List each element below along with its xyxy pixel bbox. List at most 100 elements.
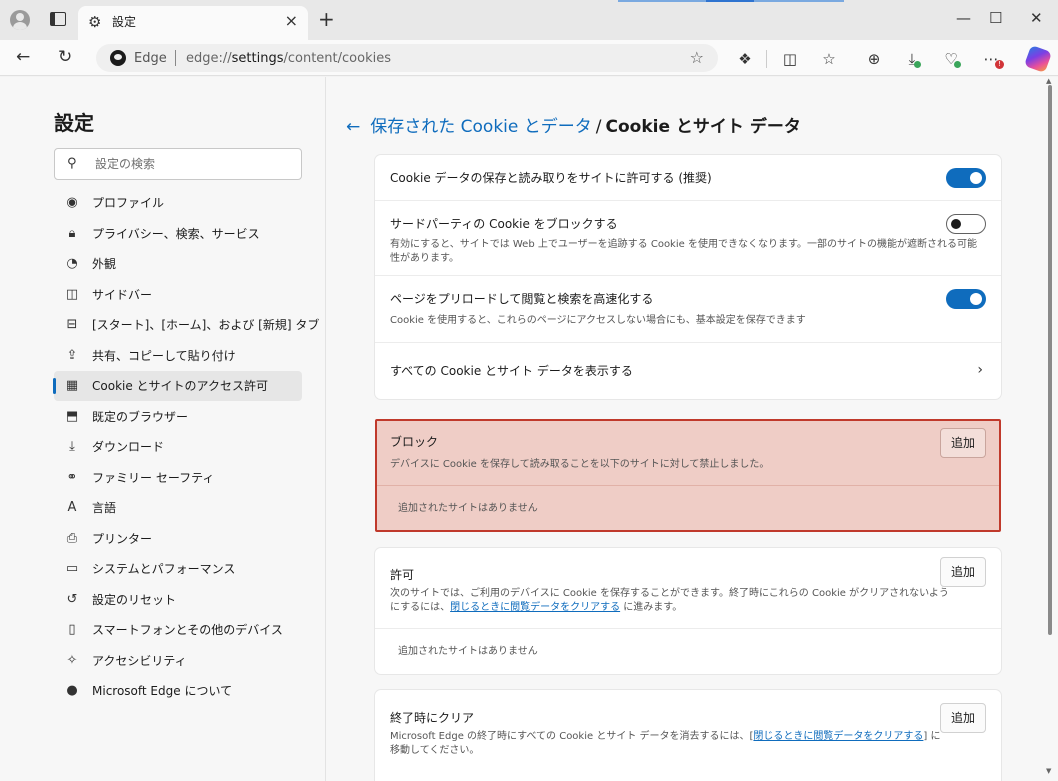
scroll-down-arrow[interactable]: ▼ xyxy=(1046,767,1051,775)
block-third-party-toggle[interactable] xyxy=(946,214,986,234)
titlebar-highlight-active xyxy=(706,0,754,2)
language-icon: A xyxy=(67,500,77,515)
sidebar-item-label: Microsoft Edge について xyxy=(92,684,233,698)
close-window-button[interactable]: ✕ xyxy=(1030,8,1043,28)
lock-icon: 🔒︎ xyxy=(68,225,76,241)
cookie-permissions-icon: ▦ xyxy=(65,378,79,393)
edge-logo-icon: ● xyxy=(66,683,78,698)
sidebar-item[interactable]: ▭ システムとパフォーマンス xyxy=(54,554,302,584)
sidebar-item[interactable]: ◫ サイドバー xyxy=(54,280,302,310)
settings-sidebar: 設定 ⚲ 設定の検索 ◉ プロファイル 🔒︎ プライバシー、検索、サービス ◔ 外観 ◫ サイ… xyxy=(0,77,326,781)
allow-cookies-title: Cookie データの保存と読み取りをサイトに許可する (推奨) xyxy=(390,171,712,185)
minimize-button[interactable]: — xyxy=(956,8,971,28)
sidebar-item[interactable]: A 言語 xyxy=(54,493,302,523)
preload-desc: Cookie を使用すると、これらのページにアクセスしない場合にも、基本設定を保… xyxy=(390,315,806,326)
maximize-button[interactable]: ☐ xyxy=(989,8,1002,28)
block-empty-text: 追加されたサイトはありません xyxy=(398,503,538,514)
sidebar-item[interactable]: ◉ プロファイル xyxy=(54,188,302,218)
sidebar-icon: ◫ xyxy=(65,286,79,302)
allow-cookies-toggle[interactable] xyxy=(946,168,986,188)
titlebar-highlight xyxy=(754,0,844,2)
profile-icon: ◉ xyxy=(66,195,78,210)
accessibility-icon: ✧ xyxy=(66,652,78,668)
block-empty-row: 追加されたサイトはありません xyxy=(377,485,999,532)
sidebar-item-label: スマートフォンとその他のデバイス xyxy=(92,623,283,637)
tab-close-button[interactable]: × xyxy=(285,12,298,30)
browser-toolbar: ← ↻ Edge edge://settings/content/cookies… xyxy=(0,40,1058,76)
sidebar-item[interactable]: ⤓ ダウンロード xyxy=(54,432,302,462)
sidebar-item[interactable]: ◔ 外観 xyxy=(54,249,302,279)
extensions-icon[interactable]: ❖ xyxy=(734,50,756,68)
preload-toggle[interactable] xyxy=(946,289,986,309)
phone-icon: ▯ xyxy=(68,622,76,637)
tab-title: 設定 xyxy=(112,15,137,29)
split-screen-icon[interactable]: ◫ xyxy=(779,50,801,68)
preload-row: ページをプリロードして閲覧と検索を高速化する Cookie を使用すると、これら… xyxy=(375,275,1001,342)
block-third-party-title: サードパーティの Cookie をブロックする xyxy=(390,217,618,231)
preload-title: ページをプリロードして閲覧と検索を高速化する xyxy=(390,292,654,306)
clear-on-exit-add-button[interactable]: 追加 xyxy=(940,703,986,733)
sidebar-item-label: Cookie とサイトのアクセス許可 xyxy=(92,379,268,393)
see-all-cookies-row[interactable]: すべての Cookie とサイト データを表示する › xyxy=(375,342,1001,399)
back-button[interactable]: ← xyxy=(16,46,30,68)
profile-avatar[interactable] xyxy=(10,10,30,30)
sidebar-item[interactable]: ⬒ 既定のブラウザー xyxy=(54,402,302,432)
clear-on-exit-card: 終了時にクリア Microsoft Edge の終了時にすべての Cookie … xyxy=(375,690,1001,781)
sidebar-item-label: サイドバー xyxy=(92,287,153,302)
block-third-party-desc: 有効にすると、サイトでは Web 上でユーザーを追跡する Cookie を使用で… xyxy=(390,239,977,264)
sidebar-item-label: 設定のリセット xyxy=(92,592,177,607)
search-icon: ⚲ xyxy=(67,156,77,171)
sidebar-item[interactable]: ⎙ プリンター xyxy=(54,524,302,554)
allow-add-button[interactable]: 追加 xyxy=(940,557,986,587)
allow-desc: 次のサイトでは、ご利用のデバイスに Cookie を保存することができます。終了… xyxy=(390,588,949,613)
palette-icon: ◔ xyxy=(66,256,78,271)
block-third-party-row: サードパーティの Cookie をブロックする 有効にすると、サイトでは Web… xyxy=(375,200,1001,275)
back-arrow-button[interactable]: ← xyxy=(346,117,360,137)
sidebar-item[interactable]: ⇪ 共有、コピーして貼り付け xyxy=(54,341,302,371)
sidebar-item-label: [スタート]、[ホーム]、および [新規] タブ xyxy=(92,318,320,332)
sidebar-item-label: 外観 xyxy=(92,257,117,271)
title-bar: ⚙ 設定 × + — ☐ ✕ xyxy=(0,0,1058,40)
collections-icon[interactable]: ⊕ xyxy=(863,50,885,68)
allow-cookies-row: Cookie データの保存と読み取りをサイトに許可する (推奨) xyxy=(375,155,1001,200)
scroll-thumb[interactable] xyxy=(1048,85,1052,635)
favorite-star-icon[interactable]: ☆ xyxy=(690,48,704,68)
clear-on-close-link-2[interactable]: 閉じるときに閲覧データをクリアする xyxy=(753,731,923,742)
sidebar-item[interactable]: 🔒︎ プライバシー、検索、サービス xyxy=(54,219,302,249)
page-scrollbar[interactable]: ▲ ▼ xyxy=(1046,77,1054,781)
sidebar-item[interactable]: ▦ Cookie とサイトのアクセス許可 xyxy=(53,371,302,401)
downloads-badge xyxy=(914,61,921,68)
block-card: ブロック デバイスに Cookie を保存して読み取ることを以下のサイトに対して… xyxy=(375,419,1001,532)
new-tab-button[interactable]: + xyxy=(318,8,335,30)
sidebar-item[interactable]: ⊟ [スタート]、[ホーム]、および [新規] タブ xyxy=(54,310,320,340)
address-brand: Edge xyxy=(134,51,167,66)
sidebar-item[interactable]: ▯ スマートフォンとその他のデバイス xyxy=(54,615,302,645)
allow-empty-row: 追加されたサイトはありません xyxy=(375,628,1001,674)
share-icon: ⇪ xyxy=(66,347,78,363)
breadcrumb-parent-link[interactable]: 保存された Cookie とデータ xyxy=(370,117,592,137)
tab-actions-icon[interactable] xyxy=(50,12,66,26)
settings-page: 設定 ⚲ 設定の検索 ◉ プロファイル 🔒︎ プライバシー、検索、サービス ◔ 外観 ◫ サイ… xyxy=(0,77,1058,781)
tab-settings[interactable]: ⚙ 設定 × xyxy=(78,6,308,40)
address-bar[interactable]: Edge edge://settings/content/cookies ☆ xyxy=(96,44,718,72)
settings-search-input[interactable]: ⚲ 設定の検索 xyxy=(54,148,302,180)
refresh-button[interactable]: ↻ xyxy=(58,46,72,68)
allow-title: 許可 xyxy=(390,568,415,582)
favorites-icon[interactable]: ☆ xyxy=(818,50,840,68)
clear-on-exit-desc: Microsoft Edge の終了時にすべての Cookie とサイト データ… xyxy=(390,731,941,756)
clear-on-close-link[interactable]: 閉じるときに閲覧データをクリアする xyxy=(450,602,620,613)
see-all-cookies-title: すべての Cookie とサイト データを表示する xyxy=(390,364,633,378)
breadcrumb-separator: / xyxy=(595,117,602,137)
printer-icon: ⎙ xyxy=(66,530,78,546)
sidebar-item[interactable]: ✧ アクセシビリティ xyxy=(54,646,302,676)
sidebar-item-label: プライバシー、検索、サービス xyxy=(92,226,260,241)
sidebar-item[interactable]: ⚭ ファミリー セーフティ xyxy=(54,463,302,493)
scroll-up-arrow[interactable]: ▲ xyxy=(1046,77,1051,85)
sidebar-item-label: プロファイル xyxy=(92,196,165,210)
block-add-button[interactable]: 追加 xyxy=(940,428,986,458)
sidebar-item[interactable]: ● Microsoft Edge について xyxy=(54,676,302,706)
address-separator xyxy=(175,50,176,66)
sidebar-item[interactable]: ↺ 設定のリセット xyxy=(54,585,302,615)
address-url[interactable]: edge://settings/content/cookies xyxy=(186,51,391,66)
sidebar-item-label: アクセシビリティ xyxy=(92,653,187,668)
